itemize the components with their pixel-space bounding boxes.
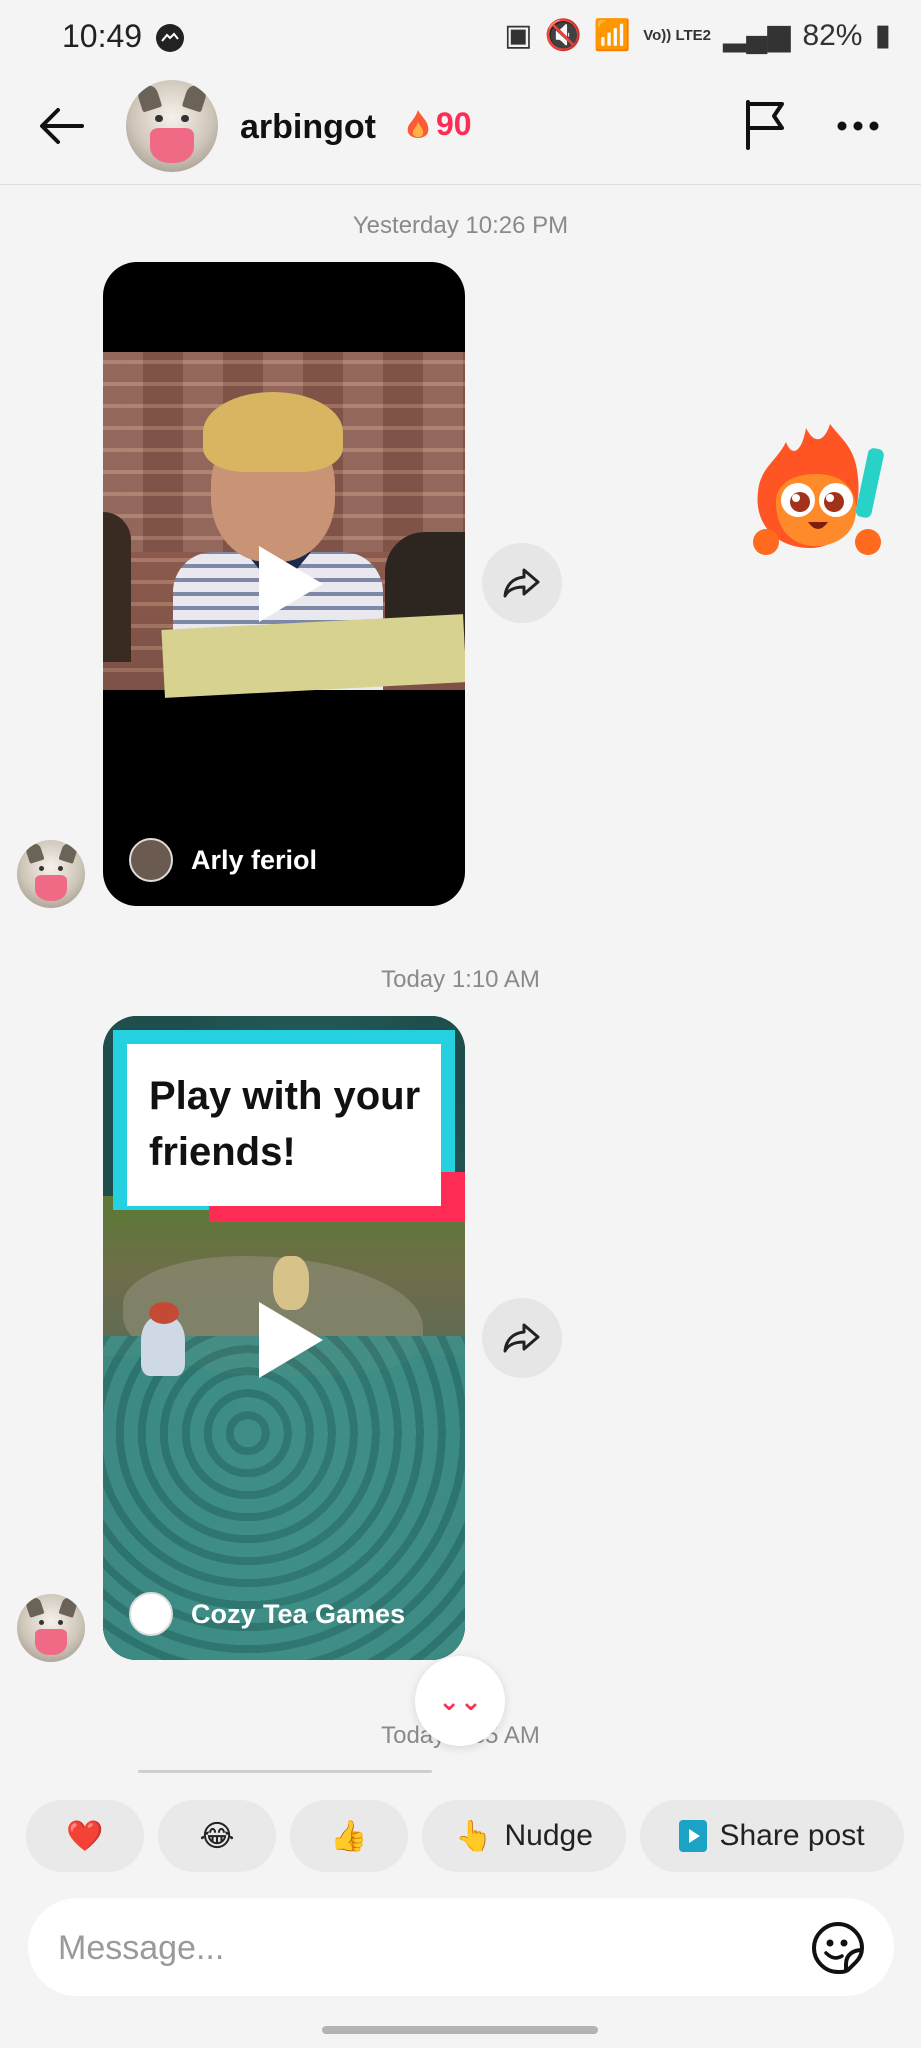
wifi-icon: 📶: [593, 19, 632, 52]
author-name: Cozy Tea Games: [191, 1598, 406, 1629]
shared-video-card[interactable]: Play with your friends! Cozy Tea Games: [103, 1016, 465, 1660]
video-banner-text: Play with your friends!: [149, 1074, 421, 1174]
double-chevron-down-icon: ⌄⌄: [438, 1685, 482, 1716]
battery-percent: 82%: [802, 18, 863, 52]
battery-saver-icon: ▣: [504, 19, 533, 52]
heart-icon: ❤️: [66, 1819, 104, 1853]
more-icon[interactable]: [834, 102, 882, 150]
status-time: 10:49: [62, 18, 143, 54]
sender-avatar[interactable]: [17, 1594, 85, 1662]
contact-avatar[interactable]: [126, 80, 218, 172]
message-composer: [28, 1898, 894, 1996]
quick-reply-bar: ❤️ 😂 👍 👆 Nudge Share post: [26, 1800, 904, 1872]
video-thumbnail: [103, 352, 465, 698]
video-author[interactable]: Arly feriol: [129, 838, 317, 882]
back-arrow-icon[interactable]: [34, 98, 90, 154]
chat-header: arbingot 90: [0, 72, 921, 185]
video-author[interactable]: Cozy Tea Games: [129, 1592, 405, 1636]
forward-icon: [503, 568, 540, 598]
sticker-icon[interactable]: [810, 1920, 866, 1976]
quick-reply-heart[interactable]: ❤️: [26, 1800, 144, 1872]
message-input[interactable]: [56, 1918, 760, 1978]
fire-icon: [407, 109, 429, 138]
fire-mascot-sticker[interactable]: [746, 418, 896, 568]
messenger-icon: [156, 24, 184, 52]
status-icons: ▣ 🔇 📶 Vo)) LTE2 ▂▄▆ 82% ▮: [504, 18, 891, 53]
author-name: Arly feriol: [191, 844, 318, 875]
share-forward-button[interactable]: [482, 543, 562, 623]
signal-icon: ▂▄▆: [723, 19, 791, 52]
contact-username[interactable]: arbingot: [240, 108, 376, 147]
streak-badge: 90: [404, 106, 472, 143]
streak-count: 90: [436, 106, 472, 142]
scroll-to-bottom-button[interactable]: ⌄⌄: [415, 1656, 505, 1746]
battery-icon: ▮: [874, 19, 891, 52]
author-avatar: [129, 1592, 173, 1636]
nudge-label: Nudge: [504, 1819, 593, 1852]
play-icon[interactable]: [259, 546, 323, 622]
status-bar: 10:49 ▣ 🔇 📶 Vo)) LTE2 ▂▄▆ 82% ▮: [0, 0, 921, 72]
thumbs-up-icon: 👍: [330, 1819, 368, 1853]
shared-video-card[interactable]: Arly feriol: [103, 262, 465, 906]
laughing-face-icon: 😂: [199, 1819, 235, 1853]
message-timestamp: Today 1:10 AM: [381, 966, 540, 993]
share-post-icon: [679, 1820, 708, 1852]
author-avatar: [129, 838, 173, 882]
share-post-button[interactable]: Share post: [640, 1800, 904, 1872]
forward-icon: [503, 1323, 540, 1353]
pointing-hand-icon: 👆: [455, 1819, 493, 1853]
next-message-edge: [138, 1770, 432, 1773]
mute-icon: 🔇: [544, 19, 582, 52]
nudge-button[interactable]: 👆 Nudge: [422, 1800, 626, 1872]
flag-icon[interactable]: [742, 98, 790, 150]
message-timestamp: Yesterday 10:26 PM: [352, 212, 569, 239]
share-forward-button[interactable]: [482, 1298, 562, 1378]
network-label: Vo)) LTE2: [643, 26, 712, 44]
home-indicator: [322, 2026, 598, 2034]
quick-reply-thumbs-up[interactable]: 👍: [290, 1800, 408, 1872]
share-post-label: Share post: [719, 1819, 865, 1852]
sender-avatar[interactable]: [17, 840, 85, 908]
play-icon[interactable]: [259, 1302, 323, 1378]
quick-reply-laugh[interactable]: 😂: [158, 1800, 276, 1872]
